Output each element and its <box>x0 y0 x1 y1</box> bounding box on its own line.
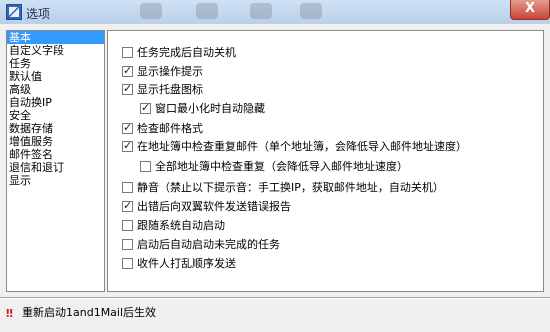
option-mute[interactable]: 静音（禁止以下提示音：手工换IP，获取邮件地址，自动关机） <box>122 181 444 195</box>
sidebar-item-security[interactable]: 安全 <box>7 109 104 122</box>
checkbox[interactable] <box>122 258 133 269</box>
divider <box>0 298 550 299</box>
checkbox[interactable] <box>122 139 133 153</box>
option-check-all-duplicates[interactable]: 全部地址簿中检查重复（会降低导入邮件地址速度） <box>140 160 408 174</box>
option-auto-shutdown[interactable]: 任务完成后自动关机 <box>122 46 236 60</box>
checkbox[interactable] <box>122 239 133 250</box>
sidebar-item-basic[interactable]: 基本 <box>7 31 104 44</box>
restart-required-icon: ‼ <box>6 307 13 320</box>
checkbox[interactable] <box>140 161 151 172</box>
sidebar-item-defaults[interactable]: 默认值 <box>7 70 104 83</box>
option-check-format[interactable]: 检查邮件格式 <box>122 121 203 136</box>
checkbox[interactable] <box>122 220 133 231</box>
toolbar-ghost-icon <box>140 3 162 19</box>
option-label: 启动后自动启动未完成的任务 <box>137 238 280 251</box>
option-hide-on-minimize[interactable]: 窗口最小化时自动隐藏 <box>140 101 265 116</box>
checkbox[interactable] <box>122 82 133 96</box>
option-label: 显示操作提示 <box>137 65 203 78</box>
category-list[interactable]: 基本 自定义字段 任务 默认值 高级 自动换IP 安全 数据存储 增值服务 邮件… <box>6 30 105 292</box>
option-label: 检查邮件格式 <box>137 122 203 135</box>
sidebar-item-value-added[interactable]: 增值服务 <box>7 135 104 148</box>
option-autostart[interactable]: 跟随系统自动启动 <box>122 219 225 233</box>
option-label: 静音（禁止以下提示音：手工换IP，获取邮件地址，自动关机） <box>137 181 444 194</box>
toolbar-ghost-icon <box>250 3 272 19</box>
status-text: 重新启动1and1Mail后生效 <box>22 306 157 319</box>
sidebar-item-auto-ip[interactable]: 自动换IP <box>7 96 104 109</box>
option-error-report[interactable]: 出错后向双翼软件发送错误报告 <box>122 199 291 214</box>
status-bar: ‼ 重新启动1and1Mail后生效 <box>6 305 156 321</box>
checkbox[interactable] <box>122 47 133 58</box>
checkbox[interactable] <box>122 182 133 193</box>
toolbar-ghost-icon <box>196 3 218 19</box>
sidebar-item-bounce-unsubscribe[interactable]: 退信和退订 <box>7 161 104 174</box>
checkbox[interactable] <box>122 64 133 78</box>
window-title: 选项 <box>26 7 51 21</box>
toolbar-ghost-icon <box>300 3 322 19</box>
close-button[interactable]: X <box>510 0 550 20</box>
option-check-duplicates[interactable]: 在地址簿中检查重复邮件（单个地址簿，会降低导入邮件地址速度） <box>122 139 467 154</box>
option-tray-icon[interactable]: 显示托盘图标 <box>122 82 203 97</box>
options-panel: 任务完成后自动关机 显示操作提示 显示托盘图标 窗口最小化时自动隐藏 检查邮件格… <box>107 30 544 292</box>
sidebar-item-custom-fields[interactable]: 自定义字段 <box>7 44 104 57</box>
option-label: 出错后向双翼软件发送错误报告 <box>137 200 291 213</box>
sidebar-item-advanced[interactable]: 高级 <box>7 83 104 96</box>
option-label: 全部地址簿中检查重复（会降低导入邮件地址速度） <box>155 160 408 173</box>
checkbox[interactable] <box>122 121 133 135</box>
option-label: 任务完成后自动关机 <box>137 46 236 59</box>
dialog-body: 基本 自定义字段 任务 默认值 高级 自动换IP 安全 数据存储 增值服务 邮件… <box>0 24 550 332</box>
sidebar-item-display[interactable]: 显示 <box>7 174 104 187</box>
title-bar: 选项 X <box>0 0 550 25</box>
option-shuffle-recipients[interactable]: 收件人打乱顺序发送 <box>122 257 236 271</box>
option-label: 窗口最小化时自动隐藏 <box>155 102 265 115</box>
option-show-tips[interactable]: 显示操作提示 <box>122 64 203 79</box>
checkbox[interactable] <box>122 199 133 213</box>
option-label: 跟随系统自动启动 <box>137 219 225 232</box>
sidebar-item-data-storage[interactable]: 数据存储 <box>7 122 104 135</box>
option-label: 显示托盘图标 <box>137 83 203 96</box>
app-icon <box>6 4 22 20</box>
checkbox[interactable] <box>140 101 151 115</box>
option-resume-tasks[interactable]: 启动后自动启动未完成的任务 <box>122 238 280 252</box>
sidebar-item-signature[interactable]: 邮件签名 <box>7 148 104 161</box>
option-label: 收件人打乱顺序发送 <box>137 257 236 270</box>
option-label: 在地址簿中检查重复邮件（单个地址簿，会降低导入邮件地址速度） <box>137 140 467 153</box>
sidebar-item-tasks[interactable]: 任务 <box>7 57 104 70</box>
